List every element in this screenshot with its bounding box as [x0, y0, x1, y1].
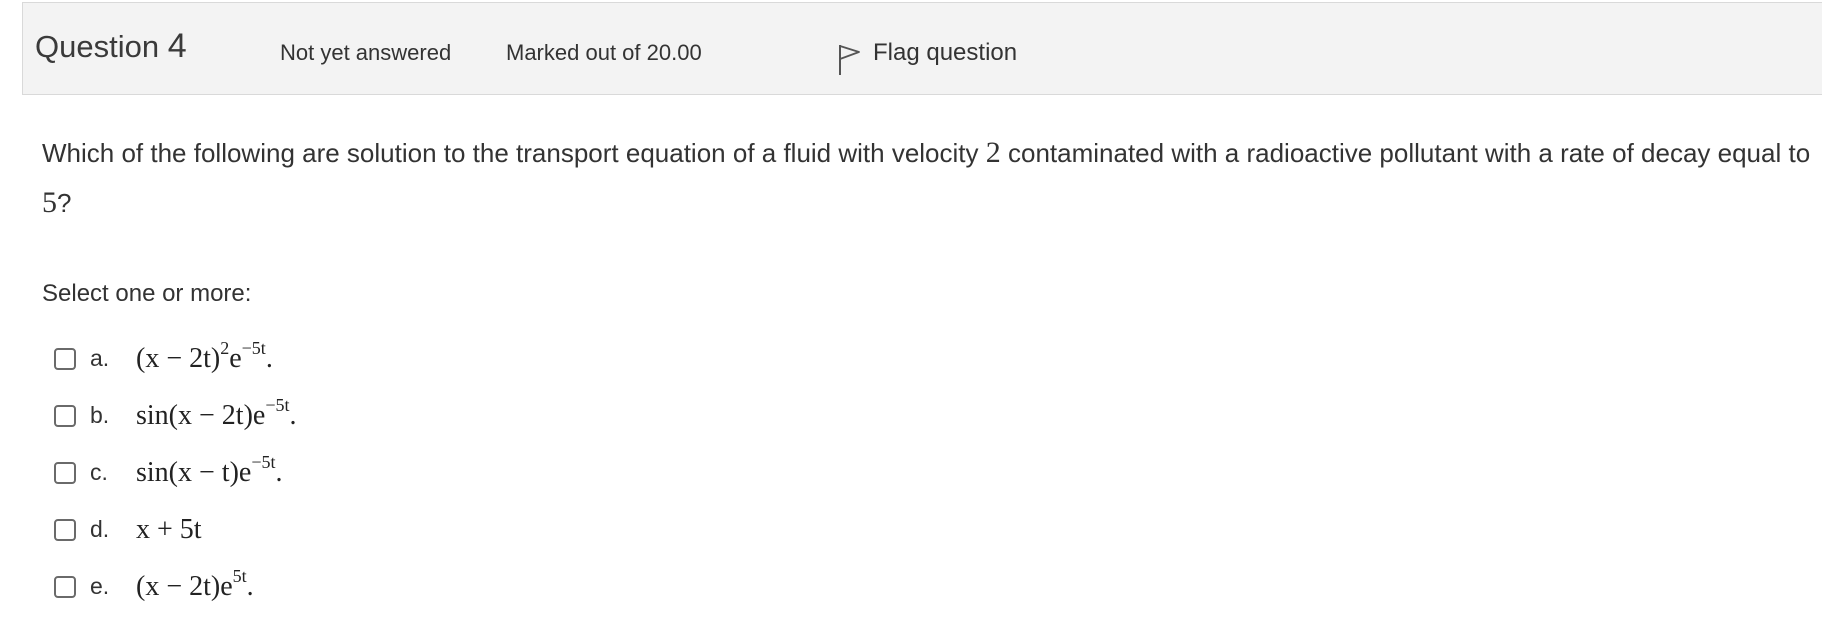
flag-outline-icon	[839, 45, 860, 75]
answer-checkbox-d[interactable]	[54, 518, 76, 541]
answer-math[interactable]: sin(x − 2t)e−5t.	[136, 396, 297, 432]
answer-checkbox-c[interactable]	[54, 461, 76, 484]
question-text-end: ?	[57, 188, 72, 218]
answer-math[interactable]: sin(x − t)e−5t.	[136, 453, 283, 489]
flag-question-label: Flag question	[873, 39, 1018, 66]
question-info-bar: Question 4 Not yet answered Marked out o…	[22, 2, 1822, 95]
decay-rate-value: 5	[42, 186, 57, 219]
question-title: Question 4	[35, 27, 187, 66]
question-title-prefix: Question	[35, 29, 160, 64]
answer-option-e[interactable]: e. (x − 2t)e5t.	[54, 558, 297, 615]
answer-checkbox-a[interactable]	[54, 347, 76, 370]
answer-math[interactable]: (x − 2t)e5t.	[136, 567, 254, 603]
question-number: 4	[167, 27, 187, 65]
answer-option-a[interactable]: a. (x − 2t)2e−5t.	[54, 330, 297, 387]
flag-question-button[interactable]: Flag question	[837, 35, 1018, 75]
answer-math[interactable]: (x − 2t)2e−5t.	[136, 339, 273, 375]
question-text: Which of the following are solution to t…	[42, 128, 1812, 228]
answer-option-c[interactable]: c. sin(x − t)e−5t.	[54, 444, 297, 501]
answer-letter: e.	[90, 573, 110, 599]
question-state: Not yet answered	[280, 40, 452, 65]
answer-option-b[interactable]: b. sin(x − 2t)e−5t.	[54, 387, 297, 444]
quiz-page: Question 4 Not yet answered Marked out o…	[0, 0, 1822, 634]
answer-checkbox-b[interactable]	[54, 404, 76, 427]
answer-letter: b.	[90, 402, 110, 428]
answer-prompt: Select one or more:	[42, 280, 252, 307]
velocity-value: 2	[985, 136, 1001, 169]
answer-checkbox-e[interactable]	[54, 575, 76, 598]
question-text-part1: Which of the following are solution to t…	[42, 138, 979, 168]
answer-option-d[interactable]: d. x + 5t	[54, 501, 297, 558]
answer-letter: a.	[90, 345, 110, 371]
answer-math[interactable]: x + 5t	[136, 514, 202, 546]
question-text-part2: contaminated with a radioactive pollutan…	[1008, 138, 1811, 168]
answer-letter: c.	[90, 459, 108, 485]
answer-letter: d.	[90, 516, 110, 542]
answer-list: a. (x − 2t)2e−5t. b. sin(x − 2t)e−5t. c.…	[54, 330, 297, 615]
question-grade: Marked out of 20.00	[506, 40, 702, 65]
